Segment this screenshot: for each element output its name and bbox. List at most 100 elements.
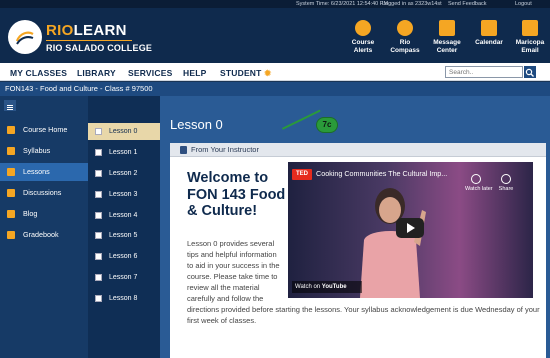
- welcome-heading: Welcome to FON 143 Food & Culture!: [187, 170, 286, 219]
- system-time: System Time: 6/23/2021 12:54:40 PM: [296, 1, 389, 7]
- sidebar-item-label: Discussions: [23, 188, 62, 197]
- send-feedback-link[interactable]: Send Feedback: [448, 0, 487, 8]
- course-alerts-label: Course Alerts: [351, 39, 375, 54]
- sidebar-item-course-home[interactable]: Course Home: [0, 121, 88, 139]
- brand-name: RIOLEARN: [46, 22, 127, 39]
- course-sidebar: Course Home Syllabus Lessons Discussions…: [0, 96, 88, 358]
- lesson-label: Lesson 7: [109, 274, 138, 281]
- checkbox-icon: [95, 253, 102, 260]
- lesson-intro-text: Lesson 0 provides several tips and helpf…: [187, 238, 542, 326]
- sidebar-item-label: Gradebook: [23, 230, 59, 239]
- checkbox-icon: [95, 149, 102, 156]
- lesson-item[interactable]: Lesson 0: [88, 123, 160, 140]
- checkbox-icon: [95, 212, 102, 219]
- card-header-label: From Your Instructor: [191, 145, 259, 154]
- syllabus-icon: [7, 147, 15, 155]
- calendar-label: Calendar: [475, 39, 503, 46]
- logo-swoosh-icon: [16, 31, 34, 45]
- menu-student-label: STUDENT: [220, 68, 262, 78]
- checkbox-icon: [95, 170, 102, 177]
- lesson-item[interactable]: Lesson 6: [88, 248, 160, 265]
- rio-compass-label: Rio Compass: [390, 39, 420, 54]
- hamburger-icon: [7, 105, 13, 110]
- watch-later-label: Watch later: [465, 186, 493, 192]
- sidebar-item-gradebook[interactable]: Gradebook: [0, 226, 88, 244]
- lesson-intro-body: Lesson 0 provides several tips and helpf…: [187, 239, 540, 325]
- page-title: Lesson 0: [170, 117, 223, 132]
- document-icon: [180, 146, 187, 154]
- card-header: From Your Instructor: [170, 143, 546, 157]
- watch-later-button[interactable]: Watch later: [465, 174, 493, 192]
- sidebar-item-label: Lessons: [23, 167, 50, 176]
- lessons-list: Lesson 0 Lesson 1 Lesson 2 Lesson 3 Less…: [88, 96, 160, 358]
- lesson-label: Lesson 0: [109, 128, 138, 135]
- lesson-item[interactable]: Lesson 7: [88, 269, 160, 286]
- menu-student[interactable]: STUDENT ✹: [220, 68, 271, 79]
- lesson-item[interactable]: Lesson 4: [88, 207, 160, 224]
- blog-icon: [7, 210, 15, 218]
- ted-badge: TED: [292, 169, 312, 180]
- lesson-item[interactable]: Lesson 1: [88, 144, 160, 161]
- college-name: RIO SALADO COLLEGE: [46, 43, 153, 53]
- lessons-icon: [7, 168, 15, 176]
- share-label: Share: [498, 186, 514, 192]
- lesson-label: Lesson 4: [109, 212, 138, 219]
- sidebar-item-lessons[interactable]: Lessons: [0, 163, 88, 181]
- sidebar-item-label: Syllabus: [23, 146, 51, 155]
- message-center-button[interactable]: Message Center: [427, 20, 467, 55]
- sidebar-toggle-button[interactable]: [4, 100, 16, 111]
- menu-services[interactable]: SERVICES: [128, 68, 172, 78]
- logout-link[interactable]: Logout: [515, 0, 532, 8]
- share-button[interactable]: Share: [495, 174, 517, 192]
- instructor-card: From Your Instructor Welcome to FON 143 …: [170, 143, 546, 358]
- menu-help[interactable]: HELP: [183, 68, 206, 78]
- sidebar-item-label: Course Home: [23, 125, 68, 134]
- course-alerts-button[interactable]: Course Alerts: [343, 20, 383, 55]
- sidebar-item-blog[interactable]: Blog: [0, 205, 88, 223]
- sidebar-item-label: Blog: [23, 209, 38, 218]
- search-input[interactable]: [445, 66, 523, 78]
- maricopa-email-label: Maricopa Email: [515, 39, 545, 54]
- brand-name-suffix: LEARN: [73, 22, 127, 39]
- lesson-item[interactable]: Lesson 8: [88, 290, 160, 307]
- share-icon: [501, 174, 511, 184]
- brand-name-prefix: RIO: [46, 22, 74, 39]
- callout-badge: 7c: [316, 117, 338, 133]
- checkbox-icon: [95, 295, 102, 302]
- lesson-item[interactable]: Lesson 3: [88, 186, 160, 203]
- lesson-content: Lesson 0 From Your Instructor Welcome to…: [160, 96, 550, 358]
- rio-compass-button[interactable]: Rio Compass: [385, 20, 425, 55]
- menu-my-classes[interactable]: MY CLASSES: [10, 68, 67, 78]
- message-center-label: Message Center: [433, 39, 461, 54]
- calendar-icon: [481, 20, 497, 36]
- sidebar-item-discussions[interactable]: Discussions: [0, 184, 88, 202]
- lesson-item[interactable]: Lesson 2: [88, 165, 160, 182]
- email-icon: [522, 20, 538, 36]
- lesson-label: Lesson 6: [109, 253, 138, 260]
- clock-icon: [471, 174, 481, 184]
- video-title[interactable]: Cooking Communities The Cultural Imp...: [316, 169, 447, 178]
- play-icon: [407, 223, 415, 233]
- maricopa-email-button[interactable]: Maricopa Email: [510, 20, 550, 55]
- checkbox-icon: [95, 128, 102, 135]
- lesson-label: Lesson 8: [109, 295, 138, 302]
- student-star-icon: ✹: [264, 68, 272, 78]
- search-button[interactable]: [524, 66, 536, 78]
- course-breadcrumb: FON143 - Food and Culture - Class # 9750…: [0, 82, 550, 96]
- lesson-label: Lesson 3: [109, 191, 138, 198]
- main-menu: MY CLASSES LIBRARY SERVICES HELP STUDENT…: [0, 63, 550, 81]
- lesson-label: Lesson 1: [109, 149, 138, 156]
- discussions-icon: [7, 189, 15, 197]
- lesson-item[interactable]: Lesson 5: [88, 227, 160, 244]
- menu-library[interactable]: LIBRARY: [77, 68, 116, 78]
- calendar-button[interactable]: Calendar: [469, 20, 509, 47]
- compass-icon: [397, 20, 413, 36]
- sidebar-item-syllabus[interactable]: Syllabus: [0, 142, 88, 160]
- system-bar: System Time: 6/23/2021 12:54:40 PM Logge…: [0, 0, 550, 8]
- rio-learn-logo[interactable]: [8, 20, 42, 54]
- home-icon: [7, 126, 15, 134]
- play-button[interactable]: [396, 218, 424, 238]
- checkbox-icon: [95, 232, 102, 239]
- site-header: RIOLEARN RIO SALADO COLLEGE Course Alert…: [0, 8, 550, 63]
- brand-divider: [46, 40, 132, 41]
